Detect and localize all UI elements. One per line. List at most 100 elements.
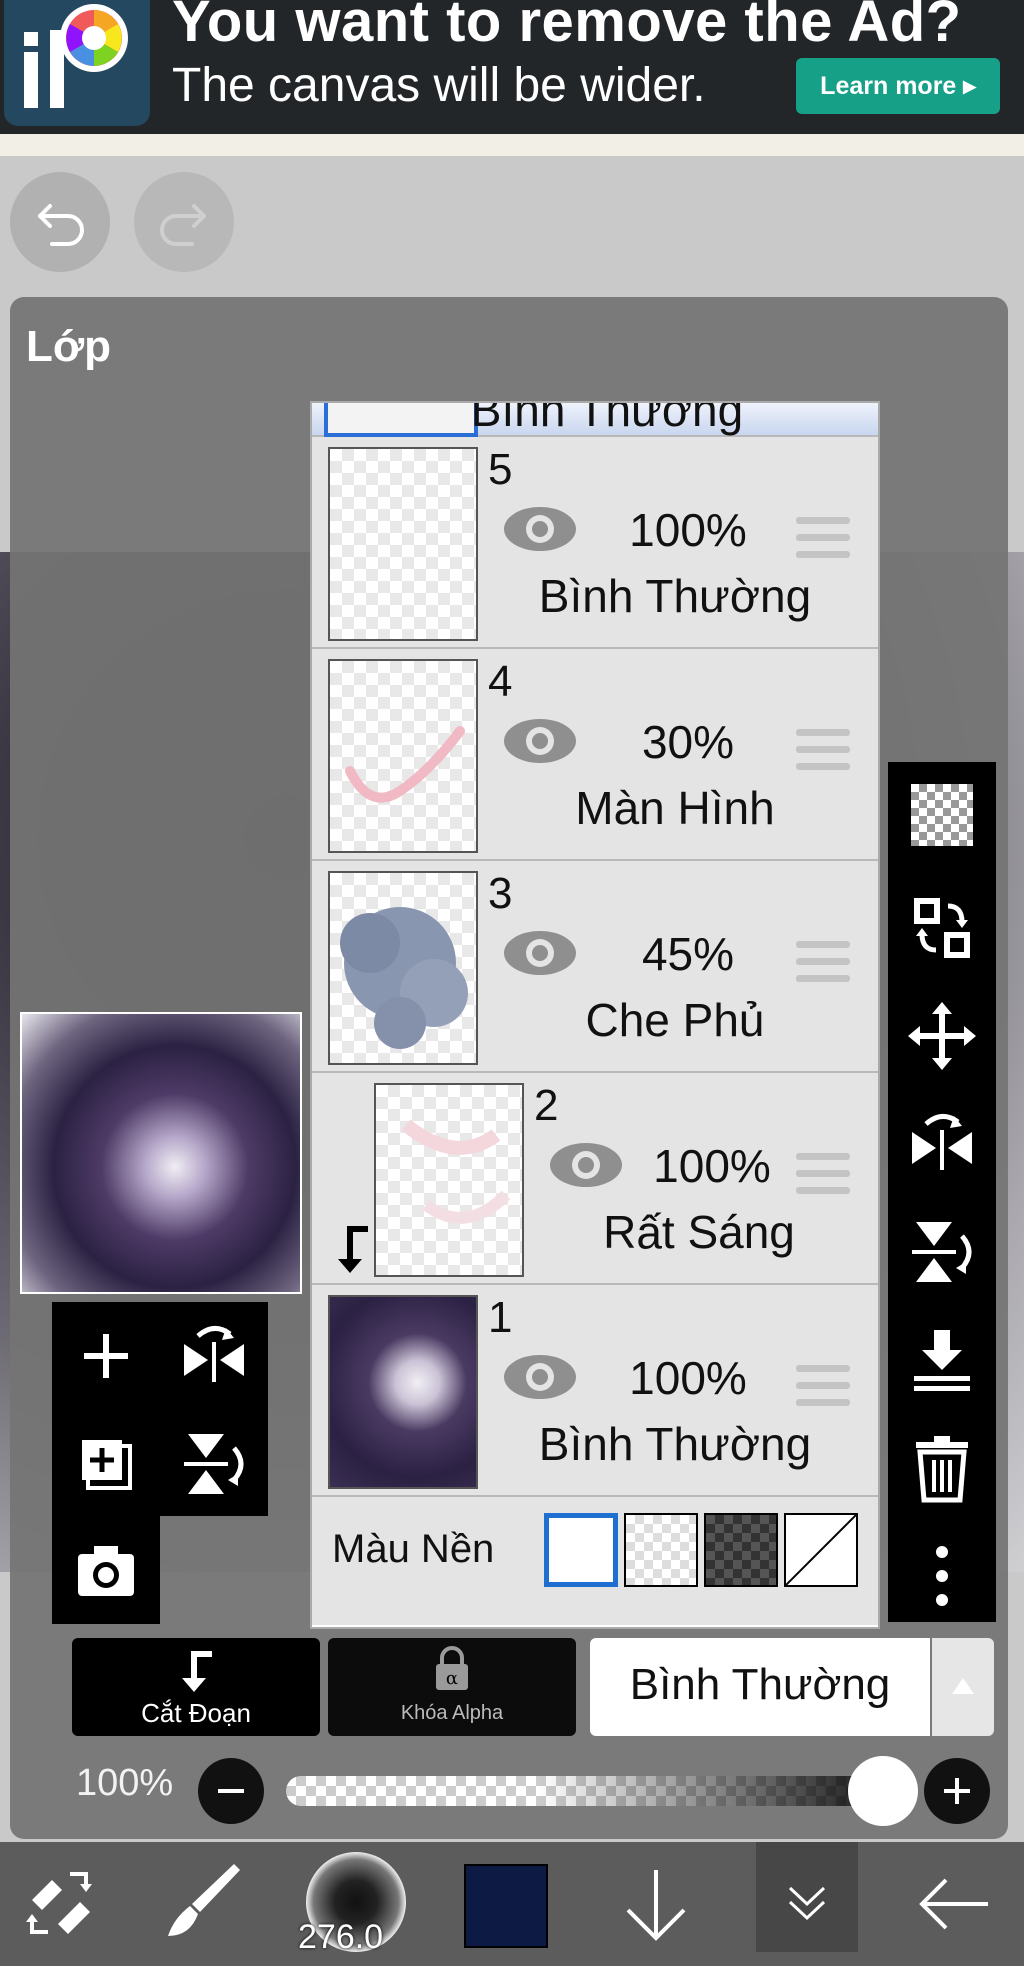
layer-thumbnail bbox=[328, 659, 478, 853]
swap-layer-icon[interactable] bbox=[906, 892, 978, 964]
layer-row[interactable]: 4 30% Màn Hình bbox=[312, 649, 878, 861]
add-layer-icon[interactable] bbox=[70, 1320, 142, 1392]
opacity-decrease-button[interactable] bbox=[198, 1758, 264, 1824]
blend-mode-value: Bình Thường bbox=[629, 1660, 891, 1709]
layer-blend-mode: Rất Sáng bbox=[603, 1206, 795, 1258]
ad-title: You want to remove the Ad? bbox=[172, 0, 962, 54]
background-dark-checker-option[interactable] bbox=[704, 1513, 778, 1587]
layer-row[interactable]: 2 100% Rất Sáng bbox=[312, 1073, 878, 1285]
trash-icon[interactable] bbox=[906, 1432, 978, 1504]
canvas-preview bbox=[20, 1012, 302, 1294]
opacity-slider-knob[interactable] bbox=[848, 1756, 918, 1826]
background-label: Màu Nền bbox=[332, 1527, 495, 1571]
plus-icon bbox=[944, 1778, 970, 1804]
arrow-down-icon[interactable] bbox=[614, 1862, 698, 1946]
layer-thumbnail bbox=[328, 447, 478, 641]
drag-handle-icon[interactable] bbox=[796, 729, 850, 773]
visibility-eye-icon[interactable] bbox=[502, 717, 578, 765]
layer-blend-mode: Bình Thường bbox=[470, 401, 744, 436]
alpha-lock-label: Khóa Alpha bbox=[400, 1702, 504, 1724]
top-bar bbox=[0, 156, 1024, 296]
layer-blend-mode: Che Phủ bbox=[585, 994, 765, 1046]
blend-mode-toggle[interactable] bbox=[932, 1638, 994, 1736]
drag-handle-icon[interactable] bbox=[796, 1153, 850, 1197]
visibility-eye-icon[interactable] bbox=[548, 1141, 624, 1189]
layer-row[interactable]: 3 45% Che Phủ bbox=[312, 861, 878, 1073]
layer-add-toolbar bbox=[52, 1302, 268, 1516]
camera-toolbar bbox=[52, 1516, 160, 1624]
alpha-lock-icon: α bbox=[436, 1646, 468, 1690]
layer-number: 5 bbox=[488, 445, 513, 494]
background-transparent-option[interactable] bbox=[624, 1513, 698, 1587]
double-chevron-down-icon bbox=[788, 1886, 826, 1921]
layer-row[interactable]: 5 100% Bình Thường bbox=[312, 437, 878, 649]
layer-row[interactable]: 1 100% Bình Thường bbox=[312, 1285, 878, 1497]
drag-handle-icon[interactable] bbox=[796, 1365, 850, 1409]
ibis-logo-icon[interactable] bbox=[4, 0, 150, 126]
flip-horizontal-icon[interactable] bbox=[906, 1108, 978, 1180]
layer-opacity: 30% bbox=[641, 716, 735, 768]
brush-icon[interactable] bbox=[160, 1856, 246, 1942]
clipping-button[interactable]: Cắt Đoạn bbox=[72, 1638, 320, 1736]
clipping-label: Cắt Đoạn bbox=[141, 1698, 251, 1728]
visibility-eye-icon[interactable] bbox=[502, 505, 578, 553]
triangle-up-icon bbox=[952, 1678, 974, 1694]
layer-opacity: 100% bbox=[653, 1140, 771, 1192]
opacity-value: 100% bbox=[76, 1762, 174, 1804]
svg-text:α: α bbox=[446, 1668, 458, 1689]
learn-more-button[interactable]: Learn more ▸ bbox=[796, 58, 1000, 114]
clipping-arrow-icon bbox=[338, 1226, 368, 1273]
layer-blend-mode: Màn Hình bbox=[575, 782, 775, 834]
layer-number: 4 bbox=[488, 657, 513, 706]
redo-icon bbox=[160, 204, 206, 246]
camera-icon[interactable] bbox=[70, 1534, 142, 1606]
layer-art bbox=[340, 907, 468, 1049]
layer-thumbnail bbox=[328, 1295, 478, 1489]
background-white-option[interactable] bbox=[544, 1513, 618, 1587]
alpha-lock-button[interactable]: α Khóa Alpha bbox=[328, 1638, 576, 1736]
flip-vertical-icon[interactable] bbox=[906, 1216, 978, 1288]
back-arrow-icon[interactable] bbox=[912, 1862, 996, 1946]
undo-button[interactable] bbox=[10, 172, 110, 272]
no-background-icon bbox=[785, 1514, 857, 1586]
duplicate-layer-icon[interactable] bbox=[70, 1428, 142, 1500]
layer-row-partial[interactable]: Bình Thường bbox=[312, 403, 878, 437]
layer-art bbox=[401, 1119, 511, 1224]
layer-thumbnail bbox=[374, 1083, 524, 1277]
layer-number: 2 bbox=[534, 1081, 559, 1130]
more-options-icon[interactable] bbox=[906, 1540, 978, 1612]
brush-size-value: 276.0 bbox=[298, 1918, 384, 1956]
layer-opacity: 45% bbox=[641, 928, 735, 980]
background-none-option[interactable] bbox=[784, 1513, 858, 1587]
color-swatch[interactable] bbox=[464, 1864, 548, 1948]
layer-opacity: 100% bbox=[629, 1352, 747, 1404]
flip-vertical-icon[interactable] bbox=[178, 1428, 250, 1500]
opacity-increase-button[interactable] bbox=[924, 1758, 990, 1824]
minus-icon bbox=[218, 1789, 244, 1793]
move-icon[interactable] bbox=[906, 1000, 978, 1072]
layer-list[interactable]: Bình Thường 5 100% Bình Thường 4 30% Màn… bbox=[310, 401, 880, 1629]
clipping-icon bbox=[182, 1651, 212, 1692]
layer-tools-toolbar bbox=[888, 762, 996, 1622]
opacity-slider[interactable] bbox=[286, 1776, 916, 1806]
redo-button[interactable] bbox=[134, 172, 234, 272]
ad-divider bbox=[0, 134, 1024, 156]
layer-number: 1 bbox=[488, 1293, 513, 1342]
layer-art bbox=[345, 726, 465, 803]
layer-number: 3 bbox=[488, 869, 513, 918]
ad-banner[interactable]: You want to remove the Ad? The canvas wi… bbox=[0, 0, 1024, 134]
undo-icon bbox=[38, 204, 84, 246]
ad-subtitle: The canvas will be wider. bbox=[172, 59, 706, 112]
visibility-eye-icon[interactable] bbox=[502, 1353, 578, 1401]
layer-thumbnail bbox=[328, 871, 478, 1065]
tool-switch-icon[interactable] bbox=[18, 1860, 102, 1944]
drag-handle-icon[interactable] bbox=[796, 941, 850, 985]
transparency-checker-icon[interactable] bbox=[911, 784, 973, 846]
panel-title: Lớp bbox=[26, 322, 112, 371]
flip-horizontal-icon[interactable] bbox=[178, 1320, 250, 1392]
background-color-row: Màu Nền bbox=[312, 1497, 878, 1625]
layer-panel-toggle-button[interactable] bbox=[756, 1842, 858, 1952]
drag-handle-icon[interactable] bbox=[796, 517, 850, 561]
merge-down-icon[interactable] bbox=[906, 1324, 978, 1396]
visibility-eye-icon[interactable] bbox=[502, 929, 578, 977]
